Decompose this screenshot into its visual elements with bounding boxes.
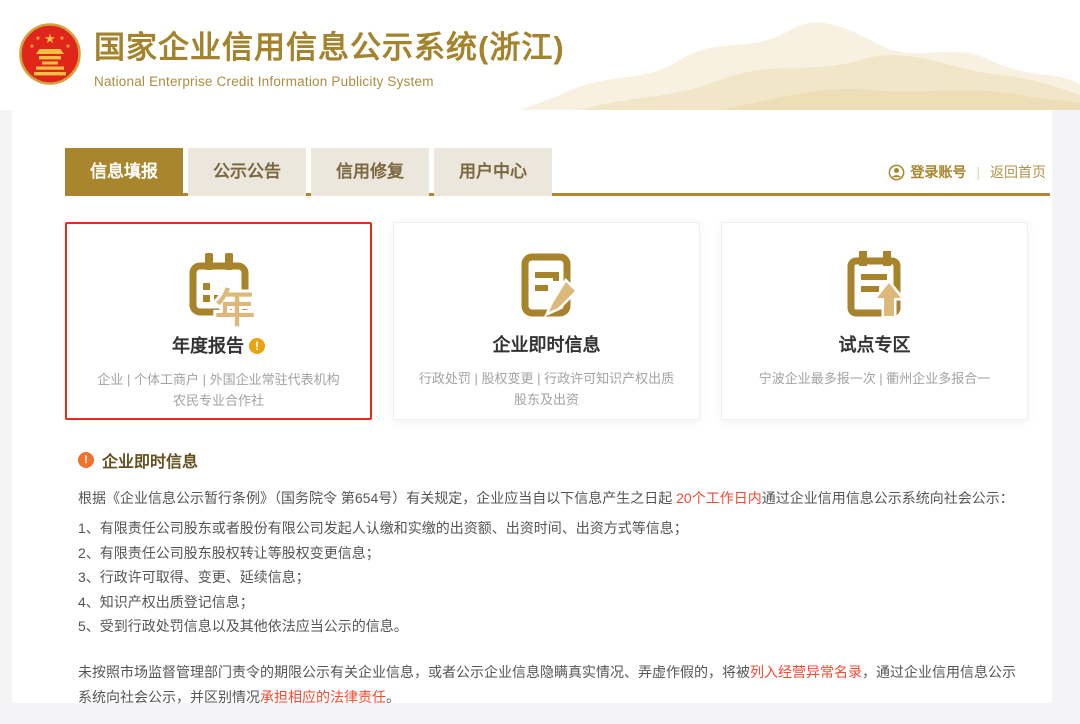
list-item: 5、受到行政处罚信息以及其他依法应当公示的信息。 bbox=[78, 614, 1030, 639]
notice-warning: 未按照市场监督管理部门责令的期限公示有关企业信息，或者公示企业信息隐瞒真实情况、… bbox=[78, 660, 1023, 710]
national-emblem-icon: ★ ★ ★ ★ ★ bbox=[18, 20, 82, 88]
list-item: 4、知识产权出质登记信息； bbox=[78, 590, 1030, 615]
user-circle-icon bbox=[888, 164, 905, 181]
card-title-instant-info: 企业即时信息 bbox=[394, 331, 699, 357]
card-subtitle-annual-report: 企业 | 个体工商户 | 外国企业常驻代表机构 农民专业合作社 bbox=[67, 369, 370, 412]
header: ★ ★ ★ ★ ★ 国家企业信用信息公示系统(浙江) National Ente… bbox=[0, 0, 1080, 110]
card-instant-info[interactable]: 企业即时信息 行政处罚 | 股权变更 | 行政许可知识产权出质 股东及出资 bbox=[393, 222, 700, 420]
list-item: 3、行政许可取得、变更、延续信息； bbox=[78, 565, 1030, 590]
account-bar: 登录账号 | 返回首页 bbox=[888, 148, 1046, 196]
notice-heading-text: 企业即时信息 bbox=[102, 448, 198, 472]
tab-info-filing[interactable]: 信息填报 bbox=[65, 148, 183, 196]
svg-text:★: ★ bbox=[44, 31, 56, 46]
notice-list: 1、有限责任公司股东或者股份有限公司发起人认缴和实缴的出资额、出资时间、出资方式… bbox=[78, 516, 1030, 639]
header-mountain-art bbox=[520, 0, 1080, 110]
site-subtitle-en: National Enterprise Credit Information P… bbox=[94, 74, 565, 89]
svg-text:年: 年 bbox=[215, 287, 255, 330]
card-annual-report[interactable]: 年 年度报告! 企业 | 个体工商户 | 外国企业常驻代表机构 农民专业合作社 bbox=[65, 222, 372, 420]
svg-text:★: ★ bbox=[29, 43, 34, 50]
site-title: 国家企业信用信息公示系统(浙江) bbox=[94, 22, 565, 67]
login-account-link[interactable]: 登录账号 bbox=[910, 162, 966, 182]
return-home-link[interactable]: 返回首页 bbox=[990, 162, 1046, 182]
svg-text:★: ★ bbox=[35, 35, 40, 42]
notice-heading: ! 企业即时信息 bbox=[78, 448, 1030, 472]
abnormal-list-link[interactable]: 列入经营异常名录 bbox=[750, 664, 862, 680]
svg-text:★: ★ bbox=[59, 35, 64, 42]
account-divider: | bbox=[976, 164, 980, 180]
card-title-pilot-zone: 试点专区 bbox=[722, 331, 1027, 357]
tab-user-center[interactable]: 用户中心 bbox=[434, 148, 552, 196]
tab-public-announcement[interactable]: 公示公告 bbox=[188, 148, 306, 196]
instant-info-document-icon bbox=[505, 245, 589, 329]
card-pilot-zone[interactable]: 试点专区 宁波企业最多报一次 | 衢州企业多报合一 bbox=[721, 222, 1028, 420]
tab-bar: 信息填报 公示公告 信用修复 用户中心 登录账号 | 返回首页 bbox=[65, 148, 1050, 196]
card-title-annual-report: 年度报告! bbox=[67, 332, 370, 358]
card-subtitle-instant-info: 行政处罚 | 股权变更 | 行政许可知识产权出质 股东及出资 bbox=[394, 368, 699, 411]
deadline-highlight: 20个工作日内 bbox=[676, 490, 762, 506]
list-item: 1、有限责任公司股东或者股份有限公司发起人认缴和实缴的出资额、出资时间、出资方式… bbox=[78, 516, 1030, 541]
main-panel: 信息填报 公示公告 信用修复 用户中心 登录账号 | 返回首页 bbox=[12, 110, 1052, 703]
svg-text:★: ★ bbox=[65, 43, 70, 50]
warning-icon: ! bbox=[78, 452, 94, 468]
list-item: 2、有限责任公司股东股权转让等股权变更信息； bbox=[78, 541, 1030, 566]
notice-intro: 根据《企业信息公示暂行条例》（国务院令 第654号）有关规定，企业应当自以下信息… bbox=[78, 487, 1030, 509]
feature-cards: 年 年度报告! 企业 | 个体工商户 | 外国企业常驻代表机构 农民专业合作社 bbox=[65, 222, 1049, 420]
annual-report-calendar-icon: 年 bbox=[177, 246, 261, 330]
pilot-zone-upload-icon bbox=[833, 245, 917, 329]
tab-credit-repair[interactable]: 信用修复 bbox=[311, 148, 429, 196]
card-subtitle-pilot-zone: 宁波企业最多报一次 | 衢州企业多报合一 bbox=[722, 368, 1027, 389]
page: { "header": { "title": "国家企业信用信息公示系统(浙江)… bbox=[0, 0, 1080, 724]
notice-section: ! 企业即时信息 根据《企业信息公示暂行条例》（国务院令 第654号）有关规定，… bbox=[78, 448, 1030, 710]
alert-badge-icon: ! bbox=[249, 338, 265, 354]
legal-liability-link[interactable]: 承担相应的法律责任 bbox=[260, 689, 386, 705]
